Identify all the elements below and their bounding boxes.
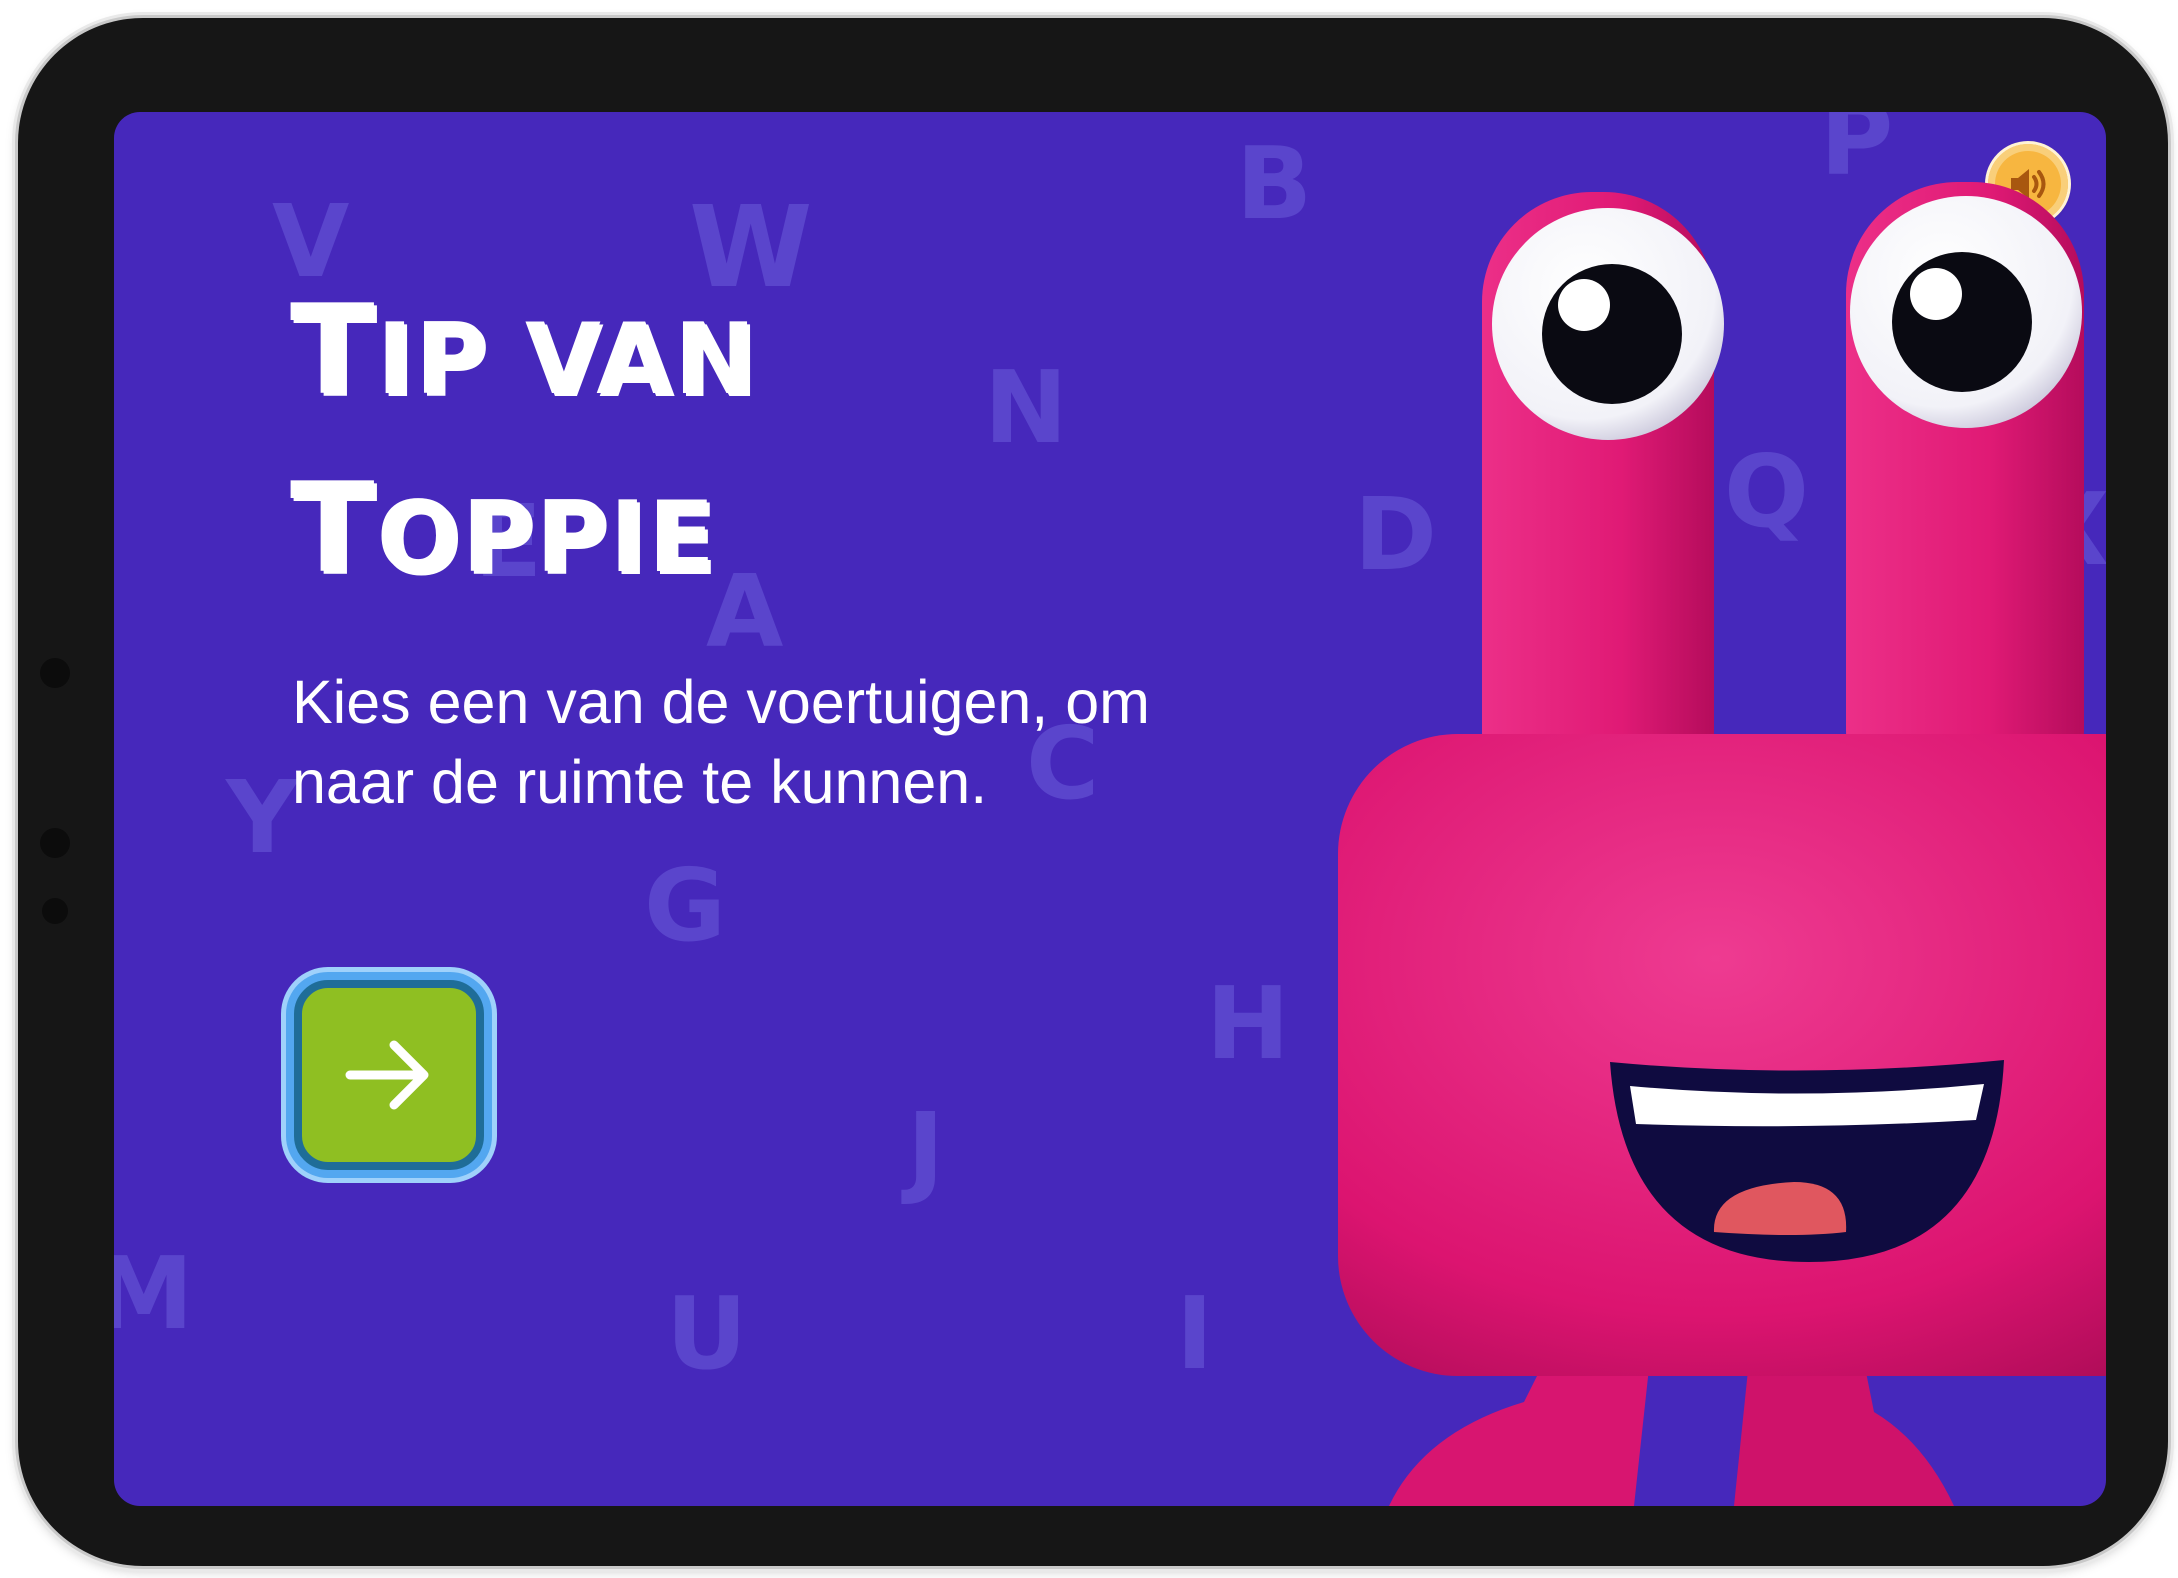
tablet-frame: V W B P N E A D Q X C Y G H J M U I TIP … — [18, 18, 2168, 1566]
monster-body — [1338, 734, 2106, 1376]
background-letter: I — [1176, 1275, 1214, 1392]
background-letter: J — [907, 1091, 945, 1208]
camera-dot — [40, 828, 70, 858]
camera-dot — [42, 898, 68, 924]
camera-dot — [40, 658, 70, 688]
arrow-right-icon — [345, 1040, 429, 1110]
title-text: IP VAN — [376, 303, 759, 417]
background-letter: Y — [226, 759, 299, 876]
title-initial: T — [290, 457, 377, 601]
page-title: TIP VAN TOPPIE — [290, 262, 758, 618]
monster-eye-highlight — [1558, 279, 1610, 331]
monster-pupil — [1892, 252, 2032, 392]
monster-pupil — [1542, 264, 1682, 404]
next-button[interactable] — [294, 980, 484, 1170]
title-text: OPPIE — [376, 481, 717, 595]
background-letter: N — [984, 349, 1068, 466]
monster-eye-highlight — [1910, 268, 1962, 320]
monster-character — [1338, 182, 2106, 1506]
background-letter: M — [114, 1235, 194, 1352]
app-screen: V W B P N E A D Q X C Y G H J M U I TIP … — [114, 112, 2106, 1506]
title-line: TIP VAN — [290, 262, 758, 440]
background-letter: U — [666, 1275, 748, 1392]
title-line: TOPPIE — [290, 440, 758, 618]
tip-description: Kies een van de voertuigen, om naar de r… — [292, 668, 1150, 816]
background-letter: G — [644, 847, 727, 964]
title-initial: T — [290, 279, 377, 423]
